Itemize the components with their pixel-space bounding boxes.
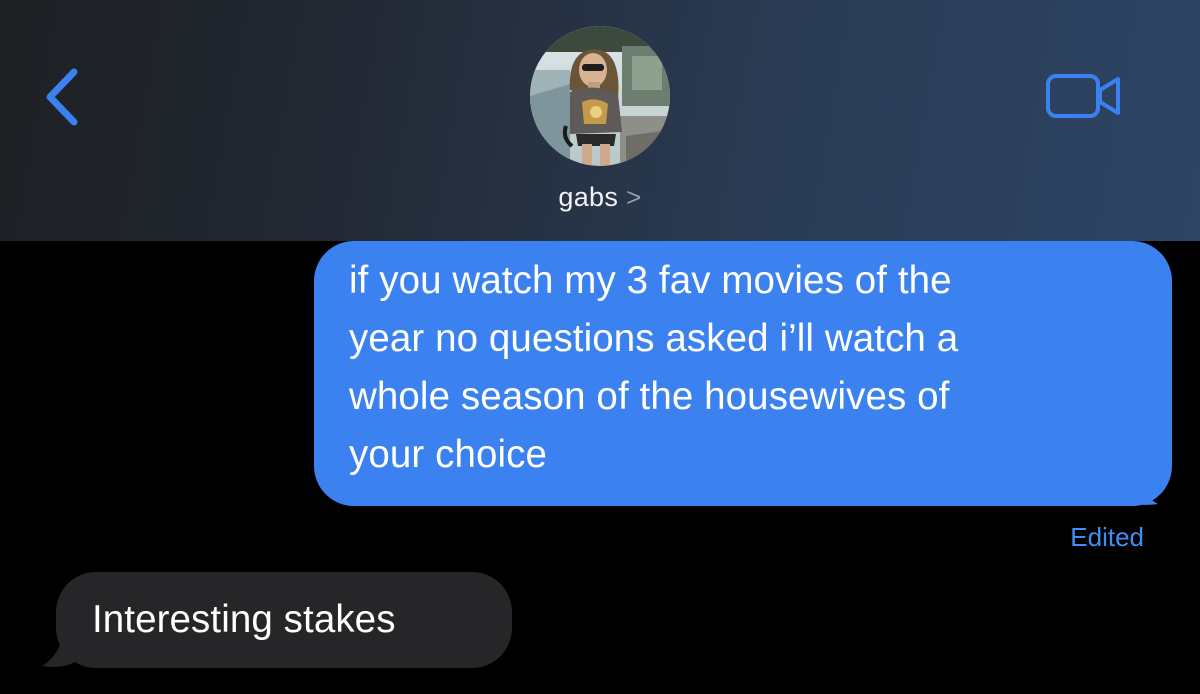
contact-name: gabs (558, 182, 619, 212)
back-button[interactable] (40, 66, 86, 128)
contact-photo (530, 26, 670, 166)
incoming-bubble-tail (42, 626, 84, 667)
facetime-button[interactable] (1044, 70, 1124, 122)
outgoing-message-bubble[interactable]: if you watch my 3 fav movies of the year… (314, 241, 1172, 506)
chevron-left-icon (46, 68, 78, 126)
contact-avatar[interactable] (530, 26, 670, 166)
contact-name-button[interactable]: gabs > (0, 182, 1200, 213)
messages-screen: gabs > if you watch my 3 fav movies of th… (0, 0, 1200, 694)
video-camera-icon (1046, 74, 1120, 118)
conversation-header: gabs > (0, 0, 1200, 241)
outgoing-bubble-tail (1110, 458, 1158, 505)
chevron-right-icon: > (626, 182, 642, 212)
incoming-message-bubble[interactable]: Interesting stakes (56, 572, 512, 668)
edited-label[interactable]: Edited (1070, 522, 1144, 553)
